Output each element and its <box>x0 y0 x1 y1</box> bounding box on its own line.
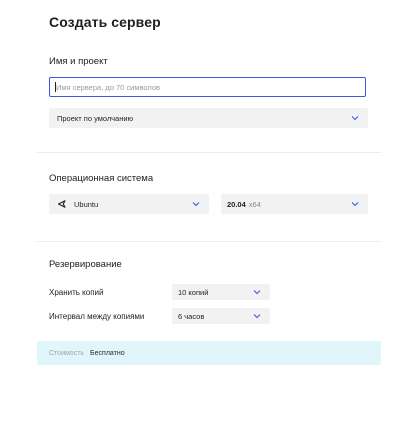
interval-label: Интервал между копиями <box>49 312 145 321</box>
chevron-down-icon <box>252 311 262 321</box>
name-section-title: Имя и проект <box>49 56 108 67</box>
os-section-title: Операционная система <box>49 173 154 184</box>
text-cursor <box>55 82 56 92</box>
project-select-value: Проект по умолчанию <box>57 113 134 123</box>
backup-section-title: Резервирование <box>49 259 122 270</box>
chevron-down-icon <box>350 199 360 209</box>
os-version-select[interactable]: 20.04 x64 <box>221 194 368 214</box>
os-select[interactable]: Ubuntu <box>49 194 209 214</box>
os-select-value: Ubuntu <box>74 199 99 209</box>
ubuntu-icon <box>57 199 67 209</box>
cost-label: Стоимость <box>49 349 85 357</box>
chevron-down-icon <box>252 287 262 297</box>
os-arch-value: x64 <box>248 199 261 209</box>
interval-select[interactable]: 6 часов <box>172 308 270 324</box>
cost-panel: Стоимость Бесплатно <box>37 341 381 365</box>
create-server-page: Создать сервер Имя и проект Проект по ум… <box>0 0 418 421</box>
divider <box>37 241 381 242</box>
interval-select-value: 6 часов <box>178 311 205 321</box>
divider <box>37 152 381 153</box>
chevron-down-icon <box>350 113 360 123</box>
project-select[interactable]: Проект по умолчанию <box>49 108 368 128</box>
server-name-input[interactable] <box>49 77 366 97</box>
copies-label: Хранить копий <box>49 288 104 297</box>
page-title: Создать сервер <box>49 14 161 30</box>
chevron-down-icon <box>191 199 201 209</box>
copies-select[interactable]: 10 копий <box>172 284 270 300</box>
cost-value: Бесплатно <box>90 349 125 357</box>
os-version-value: 20.04 <box>227 199 246 209</box>
copies-select-value: 10 копий <box>178 287 209 297</box>
